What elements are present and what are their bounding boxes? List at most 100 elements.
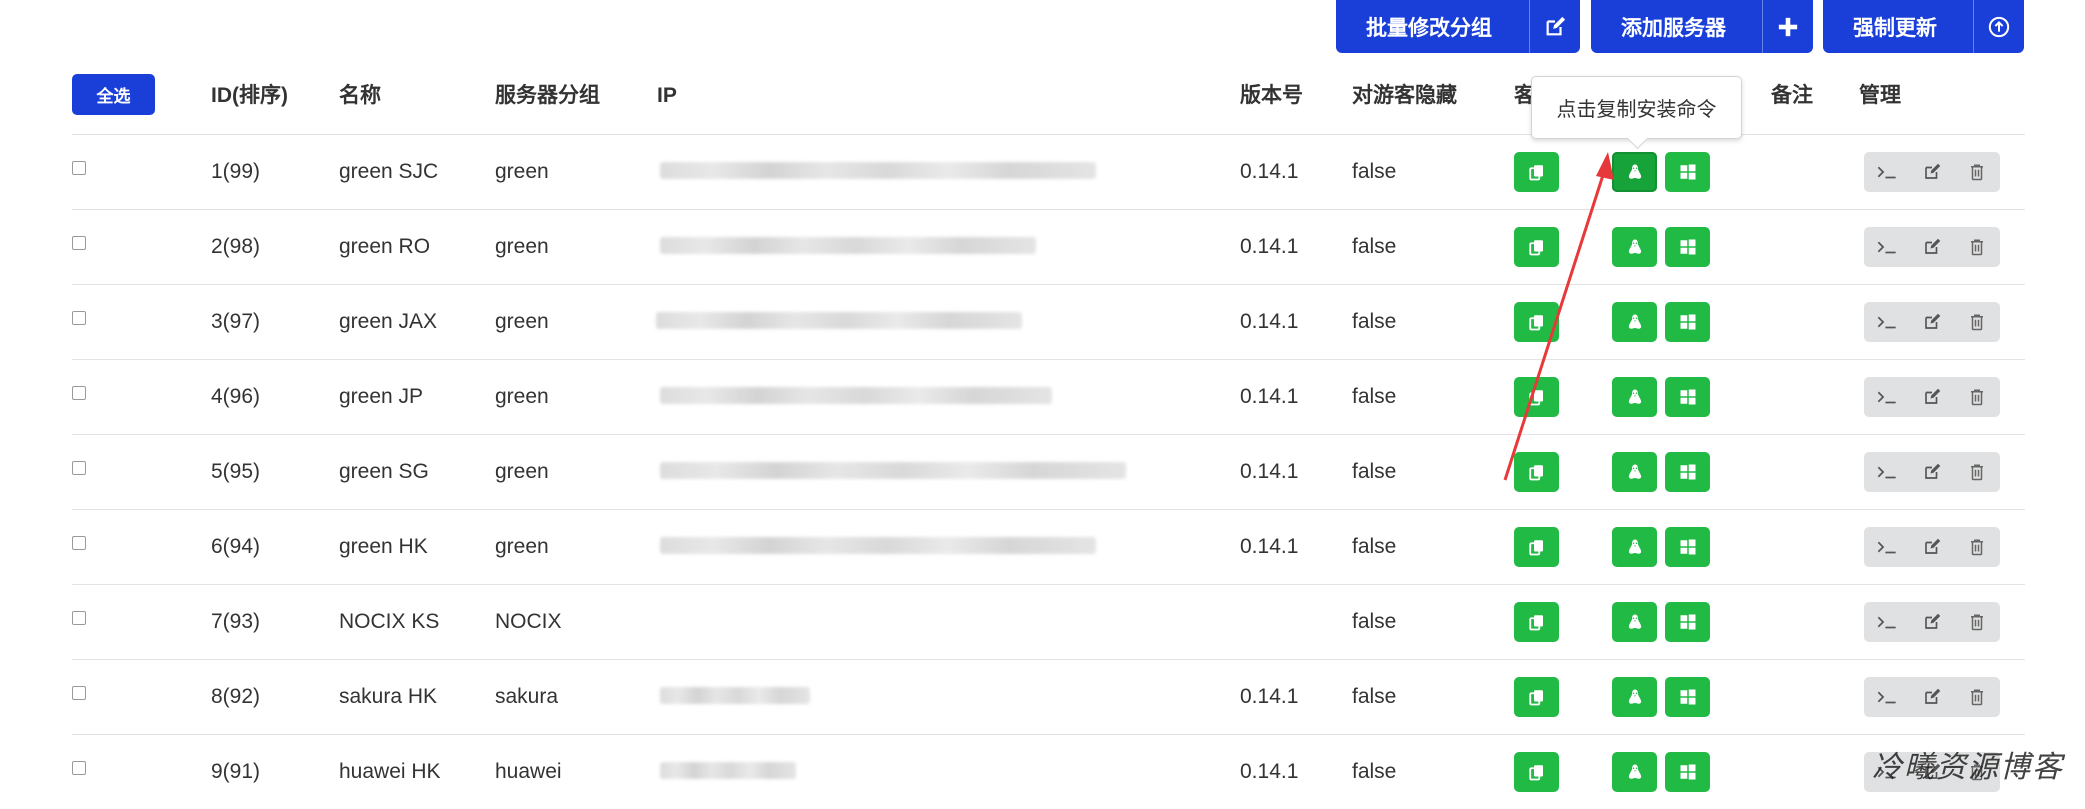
terminal-button[interactable] [1864,377,1909,417]
select-all-button[interactable]: 全选 [72,74,155,115]
terminal-button[interactable] [1864,602,1909,642]
windows-install-button[interactable] [1665,602,1710,642]
terminal-button[interactable] [1864,452,1909,492]
linux-install-button[interactable] [1612,377,1657,417]
edit-icon [1923,688,1941,706]
delete-button[interactable] [1955,152,2000,192]
linux-icon [1627,238,1643,256]
row-hidden: false [1352,760,1397,783]
copy-key-button[interactable] [1514,527,1559,567]
linux-install-button[interactable] [1612,227,1657,267]
linux-install-button[interactable] [1612,602,1657,642]
row-checkbox[interactable] [72,461,86,475]
linux-install-button[interactable] [1612,752,1657,792]
windows-install-button[interactable] [1665,152,1710,192]
edit-button[interactable] [1909,527,1954,567]
delete-button[interactable] [1955,377,2000,417]
copy-key-button[interactable] [1514,377,1559,417]
linux-install-button[interactable] [1612,527,1657,567]
delete-button[interactable] [1955,602,2000,642]
trash-icon [1969,238,1985,256]
row-version: 0.14.1 [1240,535,1299,558]
delete-button[interactable] [1955,677,2000,717]
edit-button[interactable] [1909,377,1954,417]
row-checkbox[interactable] [72,161,86,175]
row-checkbox[interactable] [72,761,86,775]
row-checkbox[interactable] [72,686,86,700]
copy-icon [1528,388,1546,406]
row-group: sakura [495,685,559,708]
linux-install-button[interactable] [1612,302,1657,342]
delete-button[interactable] [1955,302,2000,342]
terminal-button[interactable] [1864,302,1909,342]
terminal-icon [1876,539,1898,555]
copy-icon [1528,238,1546,256]
windows-install-button[interactable] [1665,752,1710,792]
terminal-button[interactable] [1864,227,1909,267]
copy-key-button[interactable] [1514,677,1559,717]
row-name: green RO [339,235,431,258]
edit-button[interactable] [1909,452,1954,492]
windows-install-button[interactable] [1665,677,1710,717]
copy-key-button[interactable] [1514,452,1559,492]
edit-button[interactable] [1909,152,1954,192]
windows-install-button[interactable] [1665,302,1710,342]
copy-key-button[interactable] [1514,227,1559,267]
batch-edit-group-button[interactable]: 批量修改分组 [1336,0,1580,53]
delete-button[interactable] [1955,527,2000,567]
windows-icon [1679,238,1697,256]
terminal-button[interactable] [1864,677,1909,717]
table-row: 4(96) green JP green 0.14.1 false [72,359,2025,435]
row-group: green [495,385,549,408]
edit-button[interactable] [1909,602,1954,642]
edit-button[interactable] [1909,302,1954,342]
linux-icon [1627,538,1643,556]
row-version: 0.14.1 [1240,385,1299,408]
row-checkbox[interactable] [72,311,86,325]
ip-redacted [660,537,1096,554]
copy-key-button[interactable] [1514,302,1559,342]
row-name: green HK [339,535,428,558]
row-name: green SG [339,460,429,483]
copy-key-button[interactable] [1514,752,1559,792]
manage-group [1864,152,2000,192]
copy-key-button[interactable] [1514,602,1559,642]
row-id: 4(96) [211,385,261,408]
delete-button[interactable] [1955,452,2000,492]
manage-group [1864,527,2000,567]
windows-icon [1679,613,1697,631]
ip-redacted [660,237,1036,254]
row-checkbox[interactable] [72,236,86,250]
copy-key-button[interactable] [1514,152,1559,192]
windows-icon [1679,763,1697,781]
row-checkbox[interactable] [72,611,86,625]
trash-icon [1969,613,1985,631]
force-update-label: 强制更新 [1853,16,1937,40]
copy-icon [1528,613,1546,631]
linux-install-button[interactable] [1612,452,1657,492]
linux-install-button[interactable] [1612,677,1657,717]
force-update-button[interactable]: 强制更新 [1823,0,2024,53]
windows-install-button[interactable] [1665,377,1710,417]
row-checkbox[interactable] [72,536,86,550]
edit-button[interactable] [1909,227,1954,267]
terminal-button[interactable] [1864,152,1909,192]
terminal-button[interactable] [1864,527,1909,567]
terminal-icon [1876,389,1898,405]
windows-install-button[interactable] [1665,452,1710,492]
table-row: 7(93) NOCIX KS NOCIX false [72,584,2025,660]
windows-icon [1679,163,1697,181]
header-note: 备注 [1771,84,1813,107]
edit-icon [1923,313,1941,331]
linux-install-button[interactable] [1612,152,1657,192]
row-id: 7(93) [211,610,261,633]
watermark: 冷曦资源博客 [1872,750,2064,785]
row-id: 8(92) [211,685,261,708]
linux-icon [1627,688,1643,706]
windows-install-button[interactable] [1665,527,1710,567]
windows-install-button[interactable] [1665,227,1710,267]
add-server-button[interactable]: 添加服务器 [1591,0,1813,53]
delete-button[interactable] [1955,227,2000,267]
edit-button[interactable] [1909,677,1954,717]
row-checkbox[interactable] [72,386,86,400]
